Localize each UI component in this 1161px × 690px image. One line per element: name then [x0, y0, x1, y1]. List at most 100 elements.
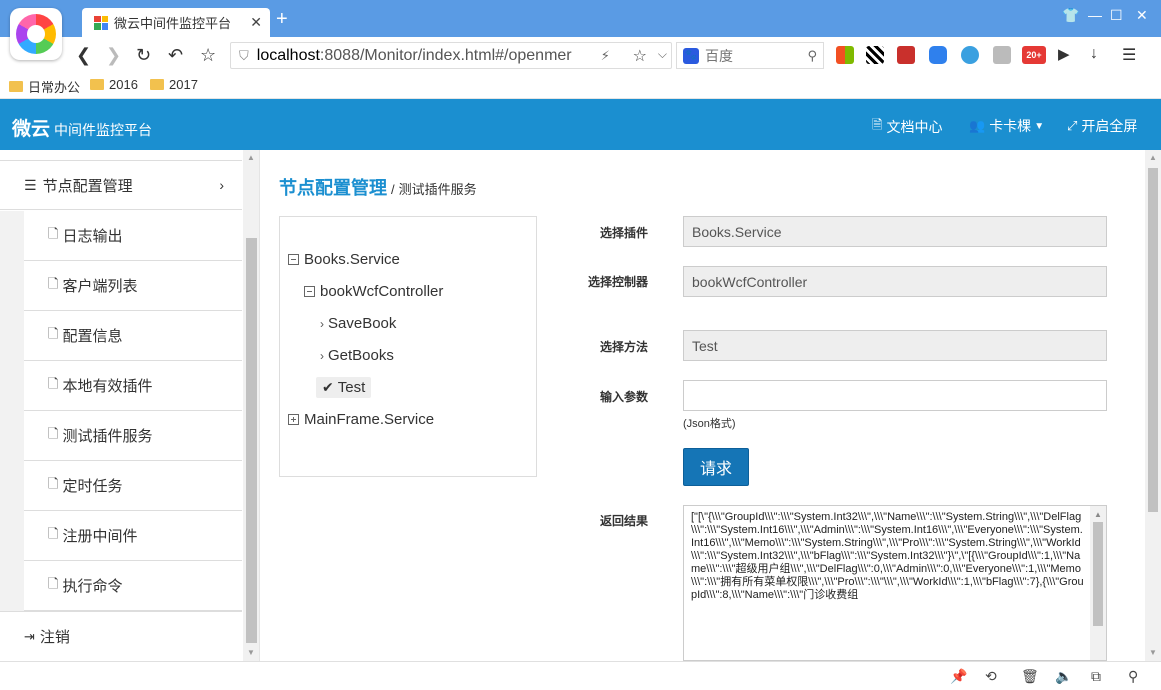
- sidebar-scrollbar[interactable]: ▲ ▼: [243, 150, 259, 661]
- expand-icon[interactable]: [288, 414, 299, 425]
- bookmark-folder[interactable]: 日常办公: [9, 77, 80, 96]
- back-icon[interactable]: ❮: [76, 45, 91, 66]
- brand-subtitle: 中间件监控平台: [54, 122, 153, 138]
- docs-link[interactable]: 🗎 文档中心: [872, 116, 942, 138]
- sidebar-group-node-config[interactable]: ☰ 节点配置管理 ›: [0, 160, 242, 210]
- windows-ext-icon[interactable]: [836, 46, 854, 64]
- fast-mode-icon[interactable]: ⚡: [601, 48, 610, 64]
- minimize-icon[interactable]: —: [1088, 7, 1102, 23]
- qrcode-ext-icon[interactable]: [866, 46, 884, 64]
- sidebar-item-client-list[interactable]: 🗋 客户端列表: [24, 261, 242, 311]
- scroll-down-icon[interactable]: ▼: [1149, 648, 1157, 657]
- edit-ext-icon[interactable]: [929, 46, 947, 64]
- user-menu[interactable]: 👥 卡卡棵 ▼: [969, 116, 1044, 136]
- sidebar-indent: [0, 211, 24, 611]
- tree-node-books-service[interactable]: Books.Service: [288, 251, 400, 268]
- params-label: 输入参数: [599, 390, 648, 404]
- brand[interactable]: 微云 中间件监控平台: [12, 114, 152, 141]
- tree-node-mainframe-service[interactable]: MainFrame.Service: [288, 411, 434, 428]
- security-shield-icon: ⛉: [239, 47, 249, 63]
- new-tab-button[interactable]: +: [276, 8, 288, 31]
- fullscreen-link[interactable]: ⤢ 开启全屏: [1067, 116, 1137, 136]
- url-text[interactable]: localhost:8088/Monitor/index.html#/openm…: [257, 47, 597, 65]
- menu-icon[interactable]: ☰: [1122, 45, 1136, 65]
- search-input[interactable]: [705, 47, 805, 64]
- method-field[interactable]: Test: [683, 330, 1107, 361]
- scroll-up-icon[interactable]: ▲: [247, 153, 255, 162]
- document-icon: 🗋: [48, 475, 59, 491]
- scroll-down-icon[interactable]: ▼: [247, 648, 255, 657]
- page-title[interactable]: 节点配置管理: [279, 174, 387, 200]
- user-ext-icon[interactable]: [961, 46, 979, 64]
- window-icon[interactable]: ⧉: [1091, 668, 1101, 685]
- browser-logo[interactable]: [10, 8, 62, 60]
- bookmark-star-icon[interactable]: ☆: [633, 46, 647, 66]
- tree-node-method[interactable]: › SaveBook: [320, 315, 396, 332]
- url-dropdown-icon[interactable]: ⌵: [658, 47, 667, 62]
- params-hint: (Json格式): [683, 418, 736, 430]
- sidebar-item-log-output[interactable]: 🗋 日志输出: [24, 211, 242, 261]
- scrollbar-thumb[interactable]: [1148, 168, 1158, 512]
- sidebar-menu: 🗋 日志输出 🗋 客户端列表 🗋 配置信息 🗋 本地有效插件 🗋 测试插件服务 🗋 定时任务…: [24, 211, 242, 611]
- sidebar-item-test-plugin[interactable]: 🗋 测试插件服务: [24, 411, 242, 461]
- scrollbar-thumb[interactable]: [246, 238, 257, 643]
- submit-request-button[interactable]: 请求: [683, 448, 749, 486]
- address-bar[interactable]: ⛉ localhost:8088/Monitor/index.html#/ope…: [230, 42, 672, 69]
- trash-icon[interactable]: 🗑: [1021, 668, 1039, 685]
- sidebar-item-scheduled-tasks[interactable]: 🗋 定时任务: [24, 461, 242, 511]
- document-icon: 🗋: [48, 425, 59, 441]
- bookmark-folder[interactable]: 2017: [150, 77, 198, 92]
- play-icon[interactable]: ▶: [1058, 45, 1070, 63]
- favorite-icon[interactable]: ☆: [200, 45, 216, 66]
- promo-ext-icon[interactable]: 20+: [1022, 46, 1046, 64]
- params-input[interactable]: [683, 380, 1107, 411]
- scrollbar-thumb[interactable]: [1093, 522, 1103, 626]
- result-scrollbar[interactable]: ▲: [1090, 506, 1106, 660]
- browser-tab[interactable]: 微云中间件监控平台 ✕: [82, 8, 270, 37]
- logout-button[interactable]: ⇥ 注销: [0, 611, 242, 661]
- tree-node-method-selected[interactable]: ✔ Test: [316, 377, 372, 398]
- bookmark-folder[interactable]: 2016: [90, 77, 138, 92]
- pin-icon[interactable]: 📌: [950, 668, 967, 685]
- note-ext-icon[interactable]: [897, 46, 915, 64]
- sidebar-item-local-plugins[interactable]: 🗋 本地有效插件: [24, 361, 242, 411]
- sidebar-item-config-info[interactable]: 🗋 配置信息: [24, 311, 242, 361]
- brand-name: 微云: [12, 119, 51, 140]
- page-scrollbar[interactable]: ▲ ▼: [1145, 150, 1161, 661]
- camera-ext-icon[interactable]: [993, 46, 1011, 64]
- undo-icon[interactable]: ↶: [168, 45, 183, 66]
- skin-icon[interactable]: 👕: [1062, 7, 1079, 24]
- search-icon[interactable]: ⚲: [807, 48, 817, 64]
- search-box[interactable]: 🐾 ⚲: [676, 42, 824, 69]
- sidebar-item-register-middleware[interactable]: 🗋 注册中间件: [24, 511, 242, 561]
- close-window-icon[interactable]: ✕: [1136, 7, 1148, 24]
- document-icon: 🗋: [48, 225, 59, 241]
- maximize-icon[interactable]: ☐: [1110, 7, 1123, 24]
- scroll-up-icon[interactable]: ▲: [1094, 508, 1102, 521]
- chevron-right-icon: ›: [320, 316, 324, 331]
- sidebar-item-exec-command[interactable]: 🗋 执行命令: [24, 561, 242, 611]
- controller-field[interactable]: bookWcfController: [683, 266, 1107, 297]
- tree-node-controller[interactable]: bookWcfController: [304, 283, 443, 300]
- volume-icon[interactable]: 🔈: [1055, 668, 1072, 685]
- speed-icon[interactable]: ⟲: [985, 668, 997, 685]
- document-icon: 🗋: [48, 275, 59, 291]
- tree-node-method[interactable]: › GetBooks: [320, 347, 394, 364]
- folder-icon: [150, 79, 164, 90]
- folder-icon: [90, 79, 104, 90]
- sidebar-group-label: 节点配置管理: [42, 177, 133, 195]
- bookmark-label: 2017: [169, 77, 198, 92]
- forward-icon[interactable]: ❯: [106, 45, 121, 66]
- collapse-icon[interactable]: [288, 254, 299, 265]
- result-textarea[interactable]: ["[\"{\\\"GroupId\\\":\\\"System.Int32\\…: [683, 505, 1107, 661]
- refresh-icon[interactable]: ↻: [136, 45, 151, 66]
- zoom-icon[interactable]: ⚲: [1128, 668, 1138, 685]
- plugin-field[interactable]: Books.Service: [683, 216, 1107, 247]
- bookmarks-bar: 日常办公 2016 2017: [0, 73, 1161, 99]
- tab-close-icon[interactable]: ✕: [250, 14, 262, 31]
- app-navbar: 微云 中间件监控平台 🗎 文档中心 👥 卡卡棵 ▼ ⤢ 开启全屏: [0, 99, 1161, 150]
- collapse-icon[interactable]: [304, 286, 315, 297]
- scroll-up-icon[interactable]: ▲: [1149, 153, 1157, 162]
- document-icon: 🗋: [48, 575, 59, 591]
- download-icon[interactable]: ↓: [1090, 45, 1098, 63]
